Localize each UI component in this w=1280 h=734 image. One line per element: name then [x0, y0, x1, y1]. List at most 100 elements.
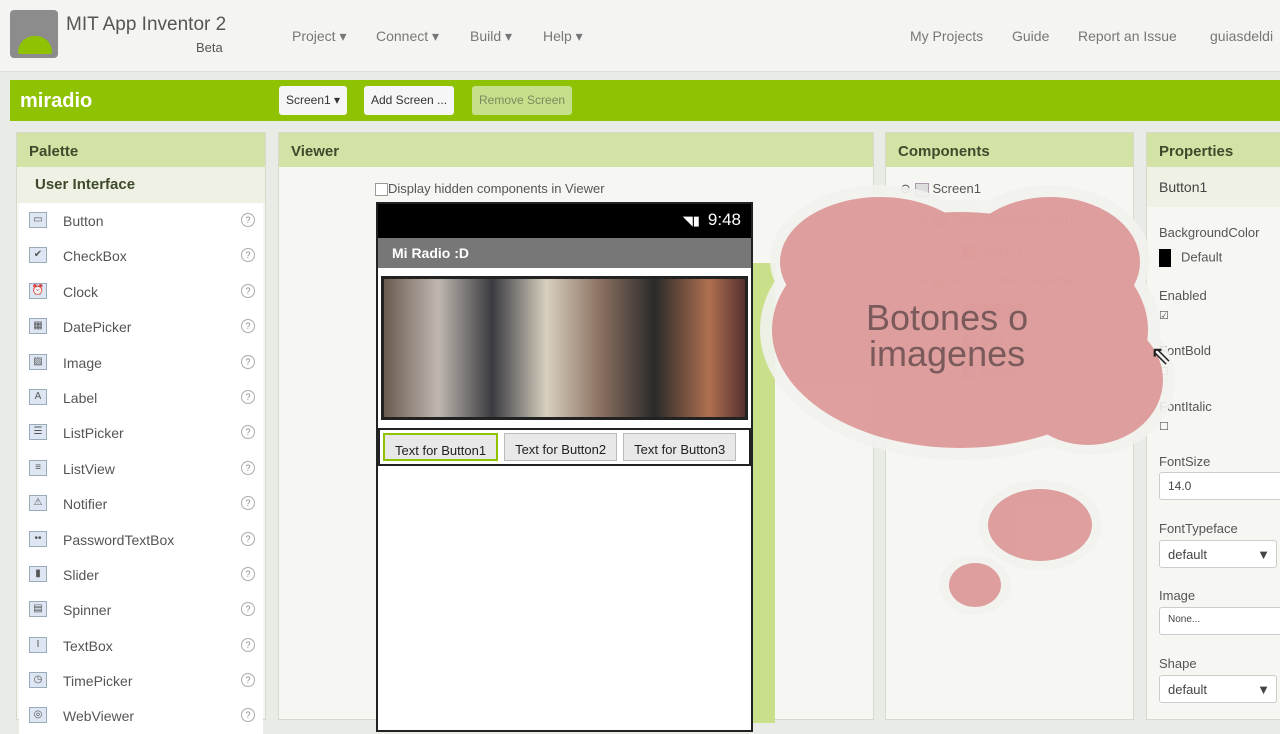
palette-item-label: TextBox	[63, 637, 113, 654]
help-icon[interactable]: ?	[241, 460, 255, 475]
wifi-signal-battery-icon: ◥▮	[682, 213, 700, 228]
prop-fontsize-input[interactable]: 14.0	[1159, 472, 1280, 500]
app-title: MIT App Inventor 2	[66, 14, 227, 35]
viewer-scroll-strip	[753, 263, 775, 723]
link-report-issue[interactable]: Report an Issue	[1078, 28, 1177, 44]
prop-image-picker[interactable]: None...	[1159, 607, 1280, 635]
help-icon[interactable]: ?	[241, 496, 255, 511]
palette-item-label: Label	[63, 389, 98, 406]
help-icon[interactable]: ?	[241, 389, 255, 404]
button1-preview[interactable]: Text for Button1	[383, 433, 499, 461]
palette-item-button[interactable]: ▭ Button?	[19, 203, 263, 238]
beta-label: Beta	[196, 40, 223, 55]
menu-build[interactable]: Build ▾	[470, 28, 512, 45]
palette-item-datepicker[interactable]: ▦ DatePicker?	[19, 309, 263, 344]
textbox-icon: I	[29, 636, 47, 653]
menu-connect[interactable]: Connect ▾	[376, 28, 439, 45]
palette-item-checkbox[interactable]: ✔ CheckBox?	[19, 238, 263, 273]
tree-verticalarrangement1[interactable]: ⊖ VerticalArrangement1	[918, 211, 1076, 227]
palette-item-label: TimePicker	[63, 673, 133, 690]
palette-item-label: DatePicker	[63, 319, 132, 336]
palette-item-clock[interactable]: ⏰ Clock?	[19, 274, 263, 309]
help-icon[interactable]: ?	[241, 283, 255, 298]
prop-fontitalic-checkbox[interactable]: ☐	[1159, 420, 1169, 433]
remove-screen-button[interactable]: Remove Screen	[472, 86, 573, 115]
mouse-cursor-icon: ⇖	[1150, 340, 1172, 370]
horizontal-arrangement-preview[interactable]: Text for Button1 Text for Button2 Text f…	[378, 428, 751, 466]
label-icon: A	[29, 388, 47, 405]
viewer-title: Viewer	[279, 133, 873, 167]
project-toolbar: miradio Screen1 ▾ Add Screen ... Remove …	[10, 80, 1280, 121]
palette-item-notifier[interactable]: ⚠ Notifier?	[19, 486, 263, 521]
palette-item-passwordtextbox[interactable]: •• PasswordTextBox?	[19, 522, 263, 557]
menu-project[interactable]: Project ▾	[292, 28, 347, 45]
help-icon[interactable]: ?	[241, 673, 255, 688]
help-icon[interactable]: ?	[241, 425, 255, 440]
prop-image-label: Image	[1159, 588, 1196, 603]
palette-item-label[interactable]: A Label?	[19, 380, 263, 415]
components-panel: Components ⊖ Screen1 ⊖ VerticalArrangeme…	[885, 132, 1134, 720]
add-screen-button[interactable]: Add Screen ...	[364, 86, 455, 115]
palette-item-label: ListView	[63, 460, 115, 477]
palette-item-spinner[interactable]: ▤ Spinner?	[19, 592, 263, 627]
palette-item-webviewer[interactable]: ◎ WebViewer?	[19, 698, 263, 733]
prop-fonttypeface-select[interactable]: default ▼	[1159, 540, 1277, 568]
display-hidden-checkbox[interactable]	[375, 183, 388, 197]
help-icon[interactable]: ?	[241, 637, 255, 652]
webviewer-icon: ◎	[29, 707, 47, 724]
palette-panel: Palette User Interface ▭ Button? ✔ CheckBox…	[16, 132, 266, 734]
phone-time: 9:48	[707, 210, 741, 229]
image1-preview[interactable]	[381, 276, 748, 420]
help-icon[interactable]: ?	[241, 213, 255, 227]
overlay-caption: Botones o imagenes	[866, 297, 1029, 374]
prop-backgroundcolor-label: BackgroundColor	[1159, 225, 1260, 240]
help-icon[interactable]: ?	[241, 354, 255, 369]
link-guide[interactable]: Guide	[1012, 28, 1049, 44]
button3-preview[interactable]: Text for Button3	[623, 433, 737, 461]
button2-preview[interactable]: Text for Button2	[504, 433, 618, 461]
prop-fonttypeface-label: FontTypeface	[1159, 521, 1238, 536]
palette-item-listpicker[interactable]: ☰ ListPicker?	[19, 415, 263, 450]
help-icon[interactable]: ?	[241, 248, 255, 263]
image-icon: ▨	[29, 353, 47, 370]
palette-item-timepicker[interactable]: ◷ TimePicker?	[19, 663, 263, 698]
palette-category-user-interface[interactable]: User Interface	[17, 167, 265, 203]
prop-enabled-checkbox[interactable]: ☑	[1159, 309, 1169, 322]
app-inventor-logo[interactable]	[10, 10, 58, 58]
display-hidden-toggle[interactable]: Display hidden components in Viewer	[375, 181, 605, 197]
phone-preview: ◥▮ 9:48 Mi Radio :D Text for Button1 Text…	[376, 202, 753, 732]
palette-item-label: Spinner	[63, 602, 112, 619]
help-icon[interactable]: ?	[241, 531, 255, 546]
tree-horizontalarrangement1[interactable]: ⊖ HorizontalArrangement1	[918, 273, 1091, 289]
screen-select[interactable]: Screen1 ▾	[279, 86, 348, 115]
tree-screen1[interactable]: ⊖ Screen1	[900, 181, 981, 197]
prop-shape-select[interactable]: default ▼	[1159, 675, 1277, 703]
link-my-projects[interactable]: My Projects	[910, 28, 983, 44]
palette-item-label: Clock	[63, 283, 99, 300]
palette-item-label: ListPicker	[63, 425, 124, 442]
help-icon[interactable]: ?	[241, 319, 255, 334]
palette-item-label: Image	[63, 354, 102, 371]
palette-item-textbox[interactable]: I TextBox?	[19, 628, 263, 663]
top-bar: MIT App Inventor 2 Beta Project ▾ Connec…	[0, 0, 1280, 72]
palette-item-label: Button	[63, 213, 104, 229]
selected-component-name: Button1	[1147, 167, 1280, 207]
palette-item-slider[interactable]: ▮ Slider?	[19, 557, 263, 592]
properties-title: Properties	[1147, 133, 1280, 167]
palette-item-image[interactable]: ▨ Image?	[19, 345, 263, 380]
user-account-menu[interactable]: guiasdeldi	[1210, 28, 1273, 44]
tree-image1[interactable]: Image1	[962, 243, 1023, 259]
notifier-icon: ⚠	[29, 495, 47, 512]
dropdown-arrow-icon: ▼	[1257, 547, 1270, 562]
timepicker-icon: ◷	[29, 672, 47, 689]
help-icon[interactable]: ?	[241, 602, 255, 617]
prop-backgroundcolor-value[interactable]: Default	[1159, 249, 1222, 267]
help-icon[interactable]: ?	[241, 566, 255, 581]
palette-item-listview[interactable]: ≡ ListView?	[19, 451, 263, 486]
palette-item-label: WebViewer	[63, 708, 135, 725]
slider-icon: ▮	[29, 565, 47, 582]
menu-help[interactable]: Help ▾	[543, 28, 583, 45]
help-icon[interactable]: ?	[241, 708, 255, 723]
listview-icon: ≡	[29, 459, 47, 476]
display-hidden-label: Display hidden components in Viewer	[388, 181, 605, 196]
